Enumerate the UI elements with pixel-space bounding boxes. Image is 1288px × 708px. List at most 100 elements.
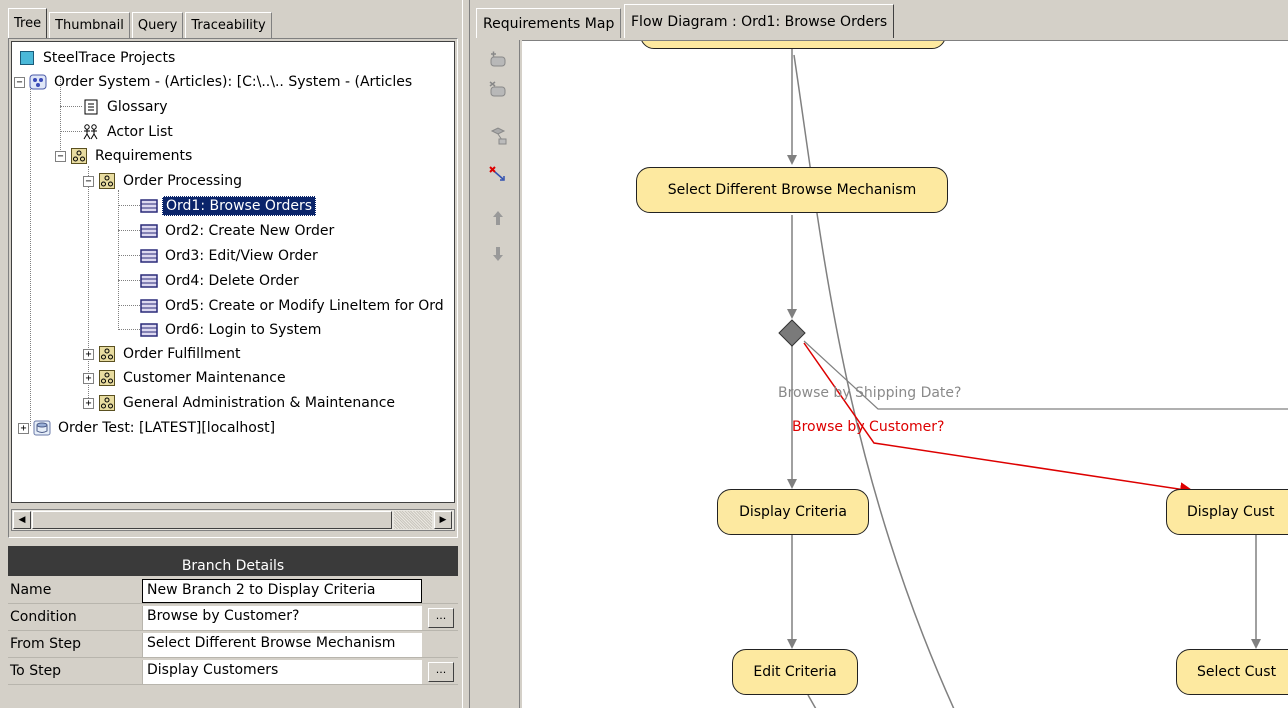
tree-item-label: Ord4: Delete Order	[165, 273, 299, 289]
tree-item-glossary[interactable]: Glossary	[82, 95, 171, 119]
folder-icon	[98, 395, 116, 411]
node-edit-criteria[interactable]: Edit Criteria	[732, 649, 858, 695]
collapse-icon[interactable]: −	[55, 150, 66, 162]
use-case-icon	[140, 298, 158, 314]
diagram-edges	[778, 49, 1288, 708]
collapse-icon[interactable]: −	[83, 175, 94, 187]
expand-icon[interactable]: +	[18, 422, 29, 434]
branch-to-step-row: To Step Display Customers ...	[8, 659, 458, 685]
tree-item-label: Order Test: [LATEST][localhost]	[58, 420, 276, 436]
tab-tree[interactable]: Tree	[8, 8, 48, 38]
tree-item-label: Customer Maintenance	[123, 370, 286, 386]
tree-item-order-test[interactable]: + Order Test: [LATEST][localhost]	[18, 416, 278, 440]
tab-traceability[interactable]: Traceability	[185, 12, 272, 38]
tree-item-ord3[interactable]: Ord3: Edit/View Order	[140, 244, 321, 268]
expand-icon[interactable]: +	[83, 372, 94, 384]
projects-root-icon	[18, 50, 36, 66]
folder-icon	[70, 148, 88, 164]
tree-item-customer-maintenance[interactable]: + Customer Maintenance	[83, 366, 289, 390]
expand-icon[interactable]: +	[83, 397, 94, 409]
node-select-customer[interactable]: Select Cust	[1176, 649, 1288, 695]
tree-item-general-administration[interactable]: + General Administration & Maintenance	[83, 391, 398, 415]
use-case-icon	[140, 322, 158, 338]
right-pane: Requirements Map Flow Diagram : Ord1: Br…	[470, 0, 1288, 708]
tree-item-ord1[interactable]: Ord1: Browse Orders	[140, 194, 316, 218]
actors-icon	[82, 124, 100, 140]
use-case-icon	[140, 223, 158, 239]
pane-splitter[interactable]	[462, 0, 470, 708]
branch-details-panel: Branch Details Name New Branch 2 to Disp…	[8, 546, 458, 708]
diagram-toolbar	[476, 40, 520, 708]
scroll-left-icon[interactable]: ◀	[13, 511, 31, 529]
tree-item-requirements[interactable]: − Requirements	[55, 144, 195, 168]
expand-icon[interactable]: +	[83, 348, 94, 360]
flow-diagram-canvas[interactable]: Select Different Browse Mechanism Displa…	[522, 40, 1288, 708]
edge-browse-by-customer[interactable]	[803, 342, 1194, 497]
move-down-icon[interactable]	[486, 242, 510, 266]
label-browse-by-shipping-date[interactable]: Browse by Shipping Date?	[778, 385, 961, 401]
tree-item-order-processing[interactable]: − Order Processing	[83, 169, 245, 193]
edge-bottom-out[interactable]	[807, 694, 817, 708]
tree-horizontal-scrollbar[interactable]: ◀ ▶	[11, 509, 455, 531]
node-previous-step[interactable]	[640, 41, 946, 49]
database-icon	[33, 420, 51, 436]
tree-item-order-system[interactable]: − Order System - (Articles): [C:\..\.. S…	[14, 70, 415, 94]
tree-item-label: Order Processing	[123, 173, 242, 189]
add-step-icon[interactable]	[486, 48, 510, 72]
tree-item-label: General Administration & Maintenance	[123, 395, 396, 411]
tree-item-order-fulfillment[interactable]: + Order Fulfillment	[83, 342, 244, 366]
tab-thumbnail[interactable]: Thumbnail	[49, 12, 130, 38]
delete-step-icon[interactable]	[486, 78, 510, 102]
branch-condition-label: Condition	[10, 609, 77, 625]
tree-item-label: Ord1: Browse Orders	[162, 196, 316, 216]
node-label: Select Different Browse Mechanism	[667, 182, 917, 198]
branch-from-step-label: From Step	[10, 636, 82, 652]
tree-item-label: Ord6: Login to System	[165, 322, 322, 338]
tree-item-ord5[interactable]: Ord5: Create or Modify LineItem for Ord	[140, 294, 447, 318]
node-display-customers[interactable]: Display Cust	[1166, 489, 1288, 535]
tree-item-ord6[interactable]: Ord6: Login to System	[140, 318, 324, 342]
tab-requirements-map[interactable]: Requirements Map	[476, 8, 622, 38]
tree-item-actor-list[interactable]: Actor List	[82, 120, 176, 144]
edge-loop-back[interactable]	[793, 54, 955, 708]
use-case-icon	[140, 273, 158, 289]
branch-from-step-field[interactable]: Select Different Browse Mechanism	[142, 633, 422, 657]
project-icon	[29, 74, 47, 90]
branch-from-step-row: From Step Select Different Browse Mechan…	[8, 632, 458, 658]
add-branch-icon[interactable]	[486, 124, 510, 148]
move-up-icon[interactable]	[486, 206, 510, 230]
tree-item-steeltrace-projects[interactable]: SteelTrace Projects	[18, 46, 178, 70]
node-display-criteria[interactable]: Display Criteria	[717, 489, 869, 535]
decision-diamond[interactable]	[778, 319, 806, 347]
tree-item-label: Order Fulfillment	[123, 346, 241, 362]
tree-item-label: Requirements	[95, 148, 193, 164]
tree-panel: SteelTrace Projects − Order System - (Ar…	[8, 38, 458, 538]
project-tree[interactable]: SteelTrace Projects − Order System - (Ar…	[11, 41, 455, 503]
to-step-ellipsis-button[interactable]: ...	[428, 662, 454, 682]
node-label: Edit Criteria	[753, 664, 837, 680]
tree-item-ord2[interactable]: Ord2: Create New Order	[140, 219, 337, 243]
tree-item-label: SteelTrace Projects	[43, 50, 176, 66]
branch-to-step-field[interactable]: Display Customers	[142, 660, 422, 684]
branch-name-row: Name New Branch 2 to Display Criteria	[8, 578, 458, 604]
scrollbar-track[interactable]	[394, 511, 432, 529]
collapse-icon[interactable]: −	[14, 76, 25, 88]
label-browse-by-customer[interactable]: Browse by Customer?	[792, 419, 944, 435]
folder-icon	[98, 173, 116, 189]
tree-item-ord4[interactable]: Ord4: Delete Order	[140, 269, 302, 293]
branch-condition-row: Condition Browse by Customer? ...	[8, 605, 458, 631]
node-label: Select Cust	[1197, 664, 1277, 680]
branch-name-field[interactable]: New Branch 2 to Display Criteria	[142, 579, 422, 603]
folder-icon	[98, 346, 116, 362]
condition-ellipsis-button[interactable]: ...	[428, 608, 454, 628]
delete-branch-icon[interactable]	[486, 162, 510, 186]
tree-item-label: Ord5: Create or Modify LineItem for Ord	[165, 298, 444, 314]
tab-flow-diagram[interactable]: Flow Diagram : Ord1: Browse Orders	[624, 4, 895, 38]
node-label: Display Criteria	[739, 504, 847, 520]
node-select-different-browse-mechanism[interactable]: Select Different Browse Mechanism	[636, 167, 948, 213]
tab-query[interactable]: Query	[131, 12, 184, 38]
scrollbar-thumb[interactable]	[32, 511, 392, 529]
scroll-right-icon[interactable]: ▶	[434, 511, 452, 529]
branch-condition-field[interactable]: Browse by Customer?	[142, 606, 422, 630]
branch-details-title: Branch Details	[8, 546, 458, 576]
